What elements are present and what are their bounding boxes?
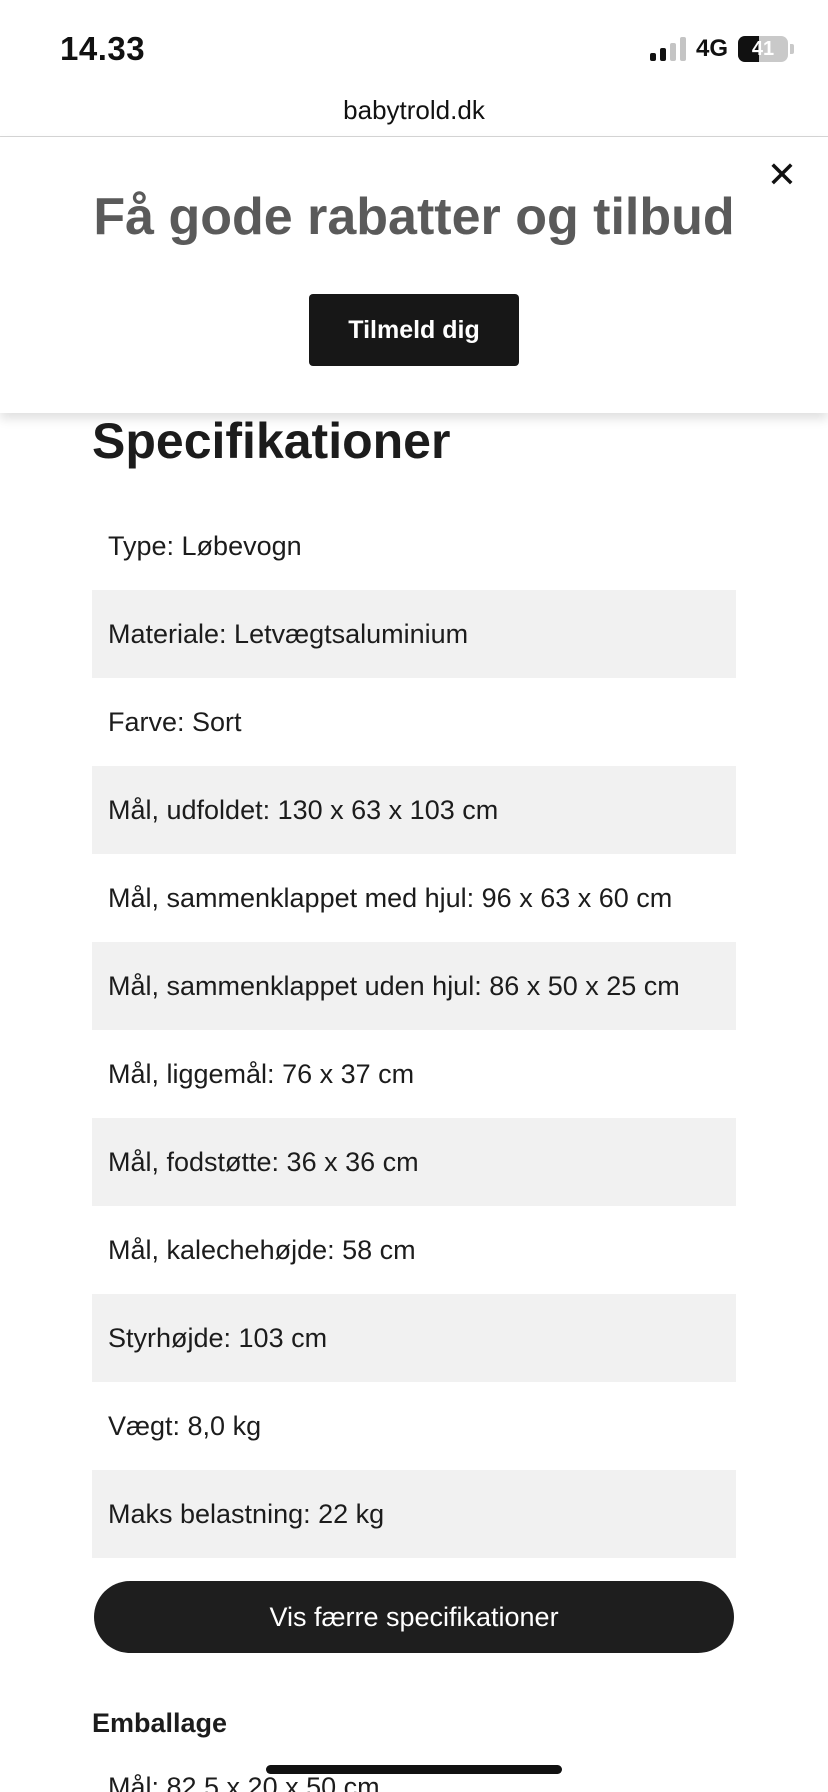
spec-row: Type: Løbevogn [108,530,302,561]
spec-row: Mål, kalechehøjde: 58 cm [108,1234,416,1265]
spec-row: Styrhøjde: 103 cm [92,1294,736,1382]
status-indicators: 4G 41 [649,34,794,64]
url-text: babytrold.dk [343,95,485,125]
packaging-row: Mål: 82,5 x 20 x 50 cm [108,1772,380,1792]
signup-button[interactable]: Tilmeld dig [309,294,519,366]
specifications-title: Specifikationer [92,413,451,469]
show-fewer-specs-button[interactable]: Vis færre specifikationer [94,1581,734,1653]
status-time: 14.33 [60,30,146,67]
spec-row: Mål, udfoldet: 130 x 63 x 103 cm [92,766,736,854]
spec-row: Mål, fodstøtte: 36 x 36 cm [92,1118,736,1206]
battery-icon: 41 [738,36,788,62]
spec-row: Maks belastning: 22 kg [92,1470,736,1558]
promo-banner: ✕ Få gode rabatter og tilbud Tilmeld dig [0,137,828,413]
cellular-signal-icon [649,37,686,61]
battery-cap [790,44,794,54]
page: 14.33 4G 41 babytrold.dk ✕ Få gode rabat… [0,0,828,1792]
status-bar: 14.33 4G 41 [0,0,828,92]
promo-title: Få gode rabatter og tilbud [93,188,735,246]
specifications-list: Type: Løbevogn Materiale: Letvægtsalumini… [92,502,736,1558]
address-bar[interactable]: babytrold.dk [0,88,828,136]
spec-row: Mål, sammenklappet uden hjul: 86 x 50 x … [92,942,736,1030]
spec-row: Farve: Sort [108,706,242,737]
home-indicator[interactable] [266,1765,562,1774]
battery-percent: 41 [751,37,775,60]
spec-row: Vægt: 8,0 kg [108,1410,262,1441]
spec-row: Mål, sammenklappet med hjul: 96 x 63 x 6… [108,882,673,913]
packaging-title: Emballage [92,1708,228,1738]
spec-row: Materiale: Letvægtsaluminium [92,590,736,678]
spec-row: Mål, liggemål: 76 x 37 cm [108,1058,415,1089]
network-type: 4G [695,35,728,62]
